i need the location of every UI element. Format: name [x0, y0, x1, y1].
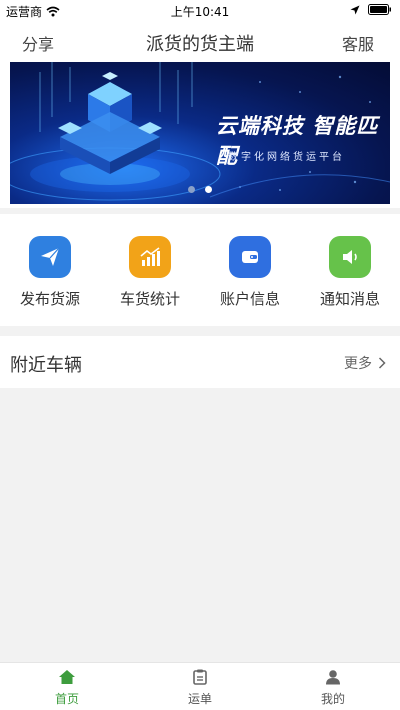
customer-service-button[interactable]: 客服 — [342, 31, 374, 55]
nav-bar: 分享 派货的货主端 客服 — [0, 22, 400, 62]
tab-profile[interactable]: 我的 — [293, 669, 373, 707]
send-icon — [29, 236, 71, 278]
banner-carousel[interactable]: 云端科技 智能匹配 数字化网络货运平台 — [10, 62, 390, 204]
tab-label: 运单 — [187, 692, 212, 706]
menu-item-statistics[interactable]: 车货统计 — [100, 236, 200, 309]
page-title: 派货的货主端 — [146, 34, 254, 55]
quick-menu: 发布货源 车货统计 账户信息 通知消息 — [0, 214, 400, 326]
status-right-group — [350, 4, 392, 15]
status-time: 上午10:41 — [170, 5, 230, 19]
menu-item-label: 车货统计 — [119, 290, 180, 308]
menu-item-label: 通知消息 — [319, 290, 380, 308]
tab-bar: 首页 运单 我的 — [0, 662, 400, 710]
carousel-dot-active[interactable] — [205, 186, 212, 193]
status-bar: 运营商 上午10:41 — [0, 0, 400, 22]
tab-label: 我的 — [320, 692, 345, 706]
menu-item-label: 账户信息 — [219, 290, 280, 308]
menu-item-notifications[interactable]: 通知消息 — [300, 236, 400, 309]
more-link[interactable]: 更多 — [344, 353, 386, 373]
banner-section: 云端科技 智能匹配 数字化网络货运平台 — [0, 62, 400, 208]
location-arrow-icon — [350, 5, 360, 14]
more-label: 更多 — [344, 356, 372, 372]
wallet-icon — [229, 236, 271, 278]
user-icon — [326, 670, 340, 685]
clipboard-icon — [193, 669, 207, 685]
carousel-dot[interactable] — [188, 186, 195, 193]
nearby-vehicles-header: 附近车辆 更多 — [0, 336, 400, 388]
menu-item-account[interactable]: 账户信息 — [200, 236, 300, 309]
menu-item-publish-cargo[interactable]: 发布货源 — [0, 236, 100, 309]
tab-orders[interactable]: 运单 — [160, 669, 240, 707]
nearby-vehicles-list — [0, 388, 400, 662]
home-icon — [59, 670, 75, 684]
chevron-right-icon — [378, 357, 386, 369]
carousel-indicators — [188, 186, 212, 193]
speaker-icon — [329, 236, 371, 278]
menu-item-label: 发布货源 — [19, 290, 80, 308]
battery-icon — [368, 4, 391, 15]
section-title: 附近车辆 — [10, 355, 82, 376]
chart-icon — [129, 236, 171, 278]
tab-label: 首页 — [54, 692, 79, 706]
tab-home[interactable]: 首页 — [27, 669, 107, 707]
banner-subline: 数字化网络货运平台 — [228, 152, 345, 163]
